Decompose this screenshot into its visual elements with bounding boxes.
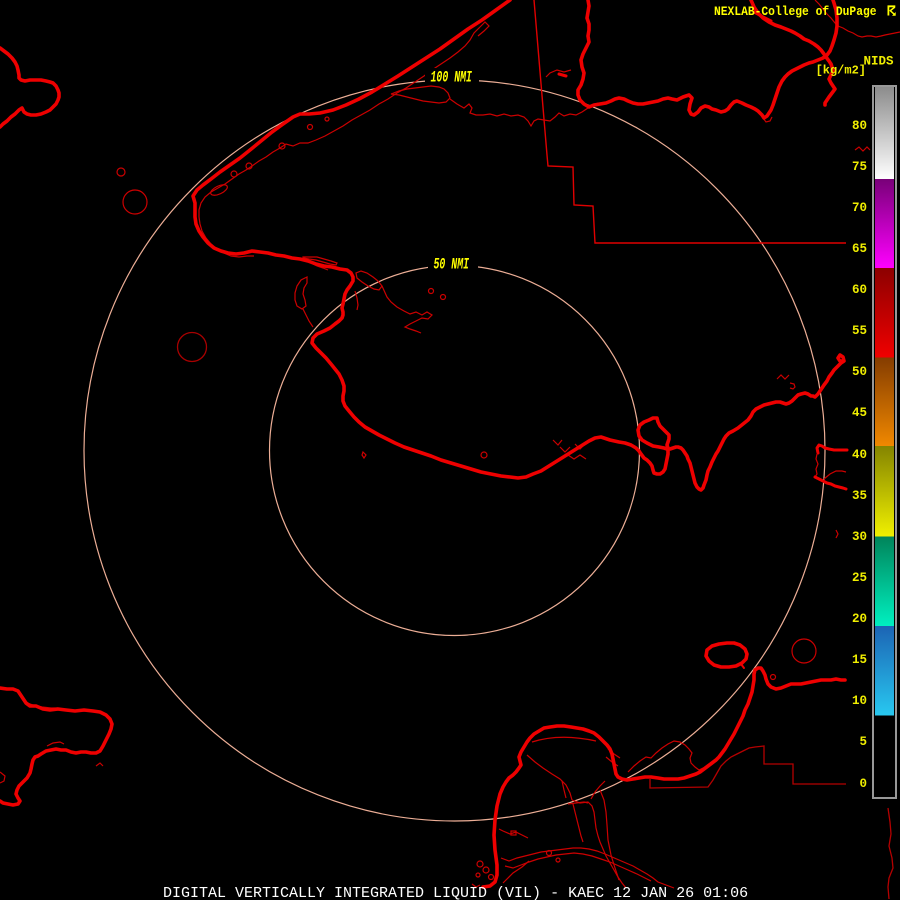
svg-text:80: 80 (852, 119, 867, 133)
svg-text:DIGITAL VERTICALLY INTEGRATED: DIGITAL VERTICALLY INTEGRATED LIQUID (VI… (163, 885, 748, 900)
svg-text:100 NMI: 100 NMI (431, 68, 473, 86)
svg-text:5: 5 (859, 735, 867, 749)
svg-text:25: 25 (852, 571, 867, 585)
svg-text:65: 65 (852, 242, 867, 256)
svg-text:20: 20 (852, 612, 867, 626)
svg-text:35: 35 (852, 489, 867, 503)
svg-text:70: 70 (852, 201, 867, 215)
svg-text:NEXLAB-College of DuPage: NEXLAB-College of DuPage (714, 4, 877, 19)
svg-text:50 NMI: 50 NMI (434, 255, 470, 273)
svg-text:NIDS: NIDS (863, 55, 894, 69)
svg-text:30: 30 (852, 530, 867, 544)
svg-text:75: 75 (852, 160, 867, 174)
svg-text:60: 60 (852, 283, 867, 297)
svg-text:40: 40 (852, 448, 867, 462)
svg-text:55: 55 (852, 324, 867, 338)
svg-text:15: 15 (852, 653, 867, 667)
svg-text:50: 50 (852, 365, 867, 379)
svg-text:10: 10 (852, 694, 867, 708)
svg-text:45: 45 (852, 406, 867, 420)
svg-text:[kg/m2]: [kg/m2] (816, 64, 866, 78)
svg-text:0: 0 (859, 777, 867, 791)
